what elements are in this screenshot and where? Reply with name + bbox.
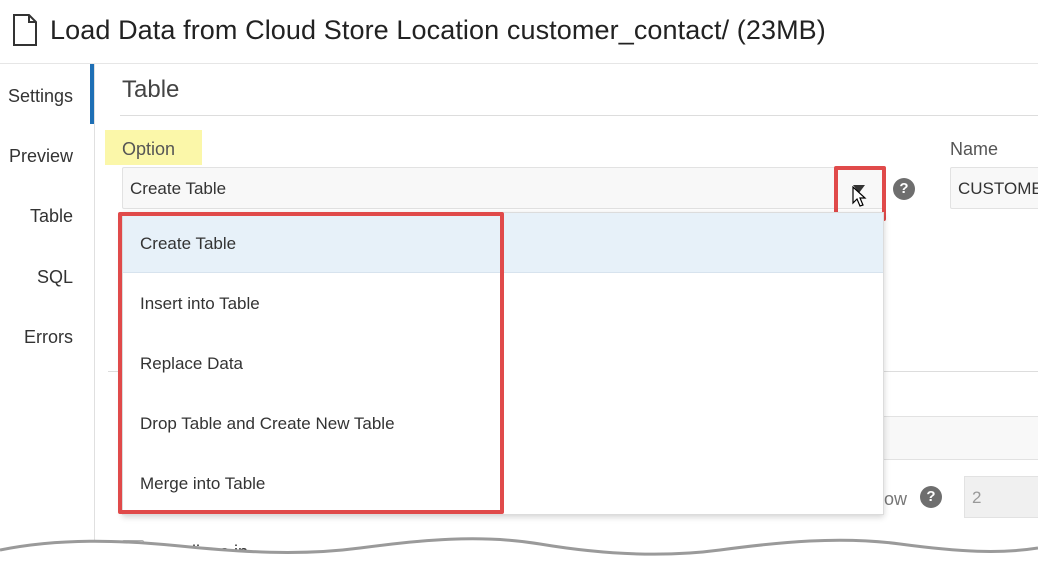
sidebar-item-table[interactable]: Table <box>30 206 73 227</box>
title-bar: Load Data from Cloud Store Location cust… <box>0 0 1038 64</box>
sidebar-item-sql[interactable]: SQL <box>37 267 73 288</box>
dropdown-list-callout <box>118 212 504 514</box>
section-divider <box>120 115 1038 116</box>
page-title: Load Data from Cloud Store Location cust… <box>50 15 826 45</box>
sidebar <box>0 64 95 561</box>
option-select-value: Create Table <box>130 179 227 198</box>
name-input-value: CUSTOME <box>958 179 1038 198</box>
sidebar-active-indicator <box>90 64 94 124</box>
torn-edge-decoration <box>0 537 1038 561</box>
sidebar-item-errors[interactable]: Errors <box>24 327 73 348</box>
row-help-icon[interactable]: ? <box>920 486 942 508</box>
option-select[interactable] <box>122 167 884 209</box>
sidebar-item-preview[interactable]: Preview <box>9 146 73 167</box>
section-title: Table <box>122 76 180 103</box>
option-label: Option <box>122 139 176 159</box>
background-input[interactable] <box>880 416 1038 460</box>
name-label: Name <box>950 139 999 159</box>
option-help-icon[interactable]: ? <box>893 178 915 200</box>
document-icon <box>13 14 37 46</box>
sidebar-item-settings[interactable]: Settings <box>8 86 73 107</box>
row-input-value: 2 <box>972 488 982 507</box>
